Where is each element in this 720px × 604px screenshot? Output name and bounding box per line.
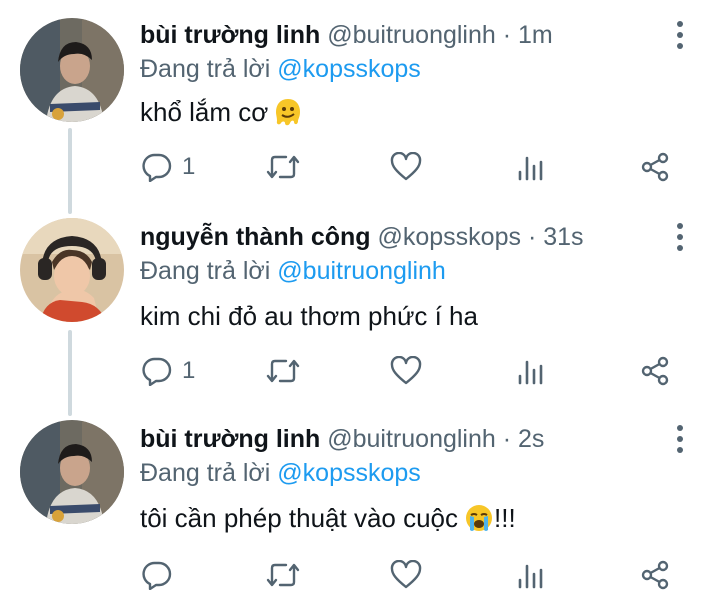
tweet-text: khổ lắm cơ <box>140 94 302 136</box>
like-button[interactable] <box>390 351 422 391</box>
share-icon <box>641 356 669 386</box>
analytics-button[interactable] <box>517 147 545 187</box>
like-button[interactable] <box>390 147 422 187</box>
author-name[interactable]: bùi trường linh <box>140 21 320 49</box>
share-button[interactable] <box>640 351 670 391</box>
author-handle[interactable]: @buitruonglinh <box>327 425 496 453</box>
analytics-button[interactable] <box>517 351 545 391</box>
more-vertical-icon <box>677 425 683 453</box>
tweet[interactable]: bùi trường linh @buitruonglinh · 1m Đang… <box>0 0 720 200</box>
analytics-icon <box>518 360 543 385</box>
tweet-text-suffix: !!! <box>494 503 516 533</box>
tweet[interactable]: nguyễn thành công @kopsskops · 31s Đang … <box>0 202 720 402</box>
tweet-text: kim chi đỏ au thơm phức í ha <box>140 301 478 331</box>
reply-button[interactable] <box>142 555 172 595</box>
analytics-icon <box>518 156 543 181</box>
reply-icon <box>142 561 172 590</box>
retweet-button[interactable] <box>266 351 300 391</box>
like-icon <box>390 560 422 589</box>
tweet-text: tôi cần phép thuật vào cuộc!!! <box>140 500 516 542</box>
mention-link[interactable]: @kopsskops <box>277 459 421 487</box>
separator: · <box>502 425 512 453</box>
timestamp[interactable]: 1m <box>518 21 553 49</box>
share-button[interactable] <box>640 555 670 595</box>
separator: · <box>527 223 537 251</box>
avatar[interactable] <box>20 18 124 122</box>
melting-face-emoji-icon <box>274 97 302 136</box>
replying-to-label: Đang trả lời <box>140 257 271 285</box>
timestamp[interactable]: 31s <box>543 223 583 251</box>
avatar-photo-icon <box>20 420 124 524</box>
loudly-crying-face-emoji-icon <box>464 503 494 542</box>
retweet-icon <box>266 155 300 179</box>
more-options-button[interactable] <box>668 18 692 52</box>
avatar-photo-icon <box>20 218 124 322</box>
like-button[interactable] <box>390 555 422 595</box>
reply-icon <box>142 357 172 386</box>
like-icon <box>390 152 422 181</box>
avatar-photo-icon <box>20 18 124 122</box>
author-handle[interactable]: @kopsskops <box>378 223 522 251</box>
share-button[interactable] <box>640 147 670 187</box>
share-icon <box>641 152 669 182</box>
retweet-button[interactable] <box>266 147 300 187</box>
avatar[interactable] <box>20 420 124 524</box>
avatar[interactable] <box>20 218 124 322</box>
analytics-button[interactable] <box>517 555 545 595</box>
more-options-button[interactable] <box>668 422 692 456</box>
reply-button[interactable]: 1 <box>142 147 195 187</box>
analytics-icon <box>518 564 543 589</box>
tweet-text-content: khổ lắm cơ <box>140 97 269 127</box>
reply-button[interactable]: 1 <box>142 351 195 391</box>
tweet-text-content: tôi cần phép thuật vào cuộc <box>140 503 459 533</box>
retweet-icon <box>266 359 300 383</box>
timestamp[interactable]: 2s <box>518 425 544 453</box>
reply-icon <box>142 153 172 182</box>
mention-link[interactable]: @kopsskops <box>277 55 421 83</box>
tweet[interactable]: bùi trường linh @buitruonglinh · 2s Đang… <box>0 404 720 604</box>
author-handle[interactable]: @buitruonglinh <box>327 21 496 49</box>
author-name[interactable]: bùi trường linh <box>140 425 320 453</box>
mention-link[interactable]: @buitruonglinh <box>277 257 446 285</box>
reply-count: 1 <box>182 153 196 180</box>
author-name[interactable]: nguyễn thành công <box>140 223 371 251</box>
retweet-button[interactable] <box>266 555 300 595</box>
retweet-icon <box>266 563 300 587</box>
share-icon <box>641 560 669 590</box>
more-options-button[interactable] <box>668 220 692 254</box>
replying-to-label: Đang trả lời <box>140 459 271 487</box>
reply-count: 1 <box>182 357 196 384</box>
separator: · <box>502 21 512 49</box>
replying-to-label: Đang trả lời <box>140 55 271 83</box>
more-vertical-icon <box>677 223 683 251</box>
more-vertical-icon <box>677 21 683 49</box>
like-icon <box>390 356 422 385</box>
